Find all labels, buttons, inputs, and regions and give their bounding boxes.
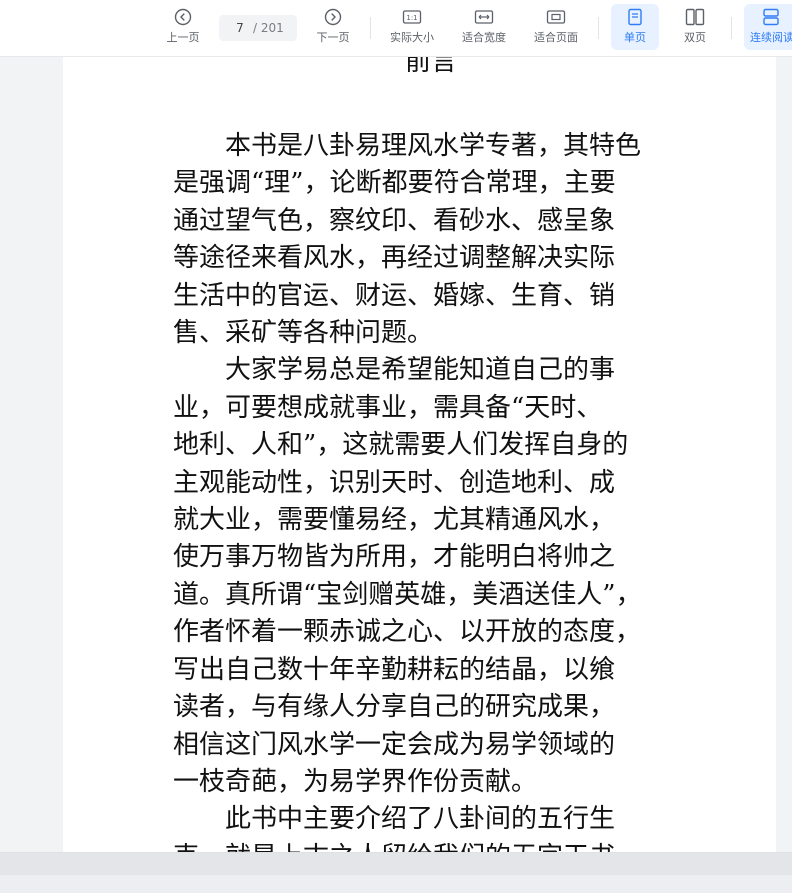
text-line: 写出自己数十年辛勤耕耘的结晶，以飨 (173, 654, 616, 685)
text-line: 通过望气色，察纹印、看砂水、感呈象 (173, 205, 616, 236)
fit-width-button[interactable]: 适合宽度 (456, 6, 512, 50)
text-line: 生活中的官运、财运、婚嫁、生育、销 (173, 280, 616, 311)
single-page-label: 单页 (624, 31, 646, 44)
text-line: 就大业，需要懂易经，尤其精通风水， (173, 505, 616, 536)
bottom-bar (0, 852, 792, 893)
toolbar-divider (731, 17, 732, 39)
actual-size-button[interactable]: 1:1 实际大小 (384, 6, 440, 50)
continuous-reading-label: 连续阅读 (750, 31, 792, 44)
page-indicator: / 201 (219, 15, 297, 41)
viewer-toolbar: 上一页 / 201 下一页 1:1 实际大小 适合宽度 适合页面 单页 (0, 0, 792, 57)
next-page-label: 下一页 (316, 31, 350, 44)
actual-size-label: 实际大小 (390, 31, 434, 44)
text-line: 业，可要想成就事业，需具备“天时、 (173, 392, 603, 423)
actual-size-icon: 1:1 (402, 6, 422, 28)
fit-page-button[interactable]: 适合页面 (528, 6, 584, 50)
text-line: 克，就是上古之人留给我们的无字天书 (173, 839, 673, 852)
horizontal-scrollbar[interactable] (0, 853, 792, 875)
prev-page-label: 上一页 (166, 31, 200, 44)
toolbar-divider (370, 17, 371, 39)
double-page-icon (685, 6, 705, 28)
chevron-right-circle-icon (324, 6, 342, 28)
page-body-text: 本书是八卦易理风水学专著，其特色 是强调“理”，论断都要符合常理，主要 通过望气色，… (173, 128, 673, 852)
text-line: 此书中主要介绍了八卦间的五行生 (173, 804, 616, 835)
page-heading: 前言 (405, 57, 458, 77)
chevron-left-circle-icon (174, 6, 192, 28)
continuous-scroll-icon (750, 6, 792, 28)
text-line: 主观能动性，识别天时、创造地利、成 (173, 467, 616, 498)
page-total: / 201 (253, 21, 284, 35)
toolbar-divider (598, 17, 599, 39)
single-page-button[interactable]: 单页 (611, 4, 659, 50)
text-line: 一枝奇葩，为易学界作份贡献。 (173, 766, 538, 797)
text-line: 相信这门风水学一定会成为易学领域的 (173, 729, 616, 760)
double-page-button[interactable]: 双页 (672, 6, 718, 50)
text-line: 售、采矿等各种问题。 (173, 318, 434, 349)
text-line: 地利、人和”，这就需要人们发挥自身的 (173, 430, 629, 461)
page-number-input[interactable] (227, 21, 253, 35)
svg-text:1:1: 1:1 (406, 14, 417, 22)
text-line: 大家学易总是希望能知道自己的事 (173, 355, 616, 386)
fit-page-label: 适合页面 (534, 31, 578, 44)
document-viewport[interactable]: 前言 本书是八卦易理风水学专著，其特色 是强调“理”，论断都要符合常理，主要 通过望… (0, 57, 792, 852)
fit-page-icon (546, 6, 566, 28)
text-line: 道。真所谓“宝剑赠英雄，美酒送佳人”， (173, 579, 642, 610)
fit-width-icon (474, 6, 494, 28)
text-line: 使万事万物皆为所用，才能明白将帅之 (173, 542, 616, 573)
text-line: 本书是八卦易理风水学专著，其特色 (173, 131, 642, 161)
double-page-label: 双页 (684, 31, 706, 44)
continuous-reading-button[interactable]: 连续阅读 (744, 4, 792, 50)
text-line: 作者怀着一颗赤诚之心、以开放的态度， (173, 617, 642, 648)
prev-page-button[interactable]: 上一页 (160, 6, 206, 50)
text-line: 等途径来看风水，再经过调整解决实际 (173, 243, 616, 274)
text-line: 是强调“理”，论断都要符合常理，主要 (173, 168, 616, 199)
single-page-icon (627, 6, 643, 28)
fit-width-label: 适合宽度 (462, 31, 506, 44)
text-line: 读者，与有缘人分享自己的研究成果， (173, 692, 616, 723)
next-page-button[interactable]: 下一页 (310, 6, 356, 50)
